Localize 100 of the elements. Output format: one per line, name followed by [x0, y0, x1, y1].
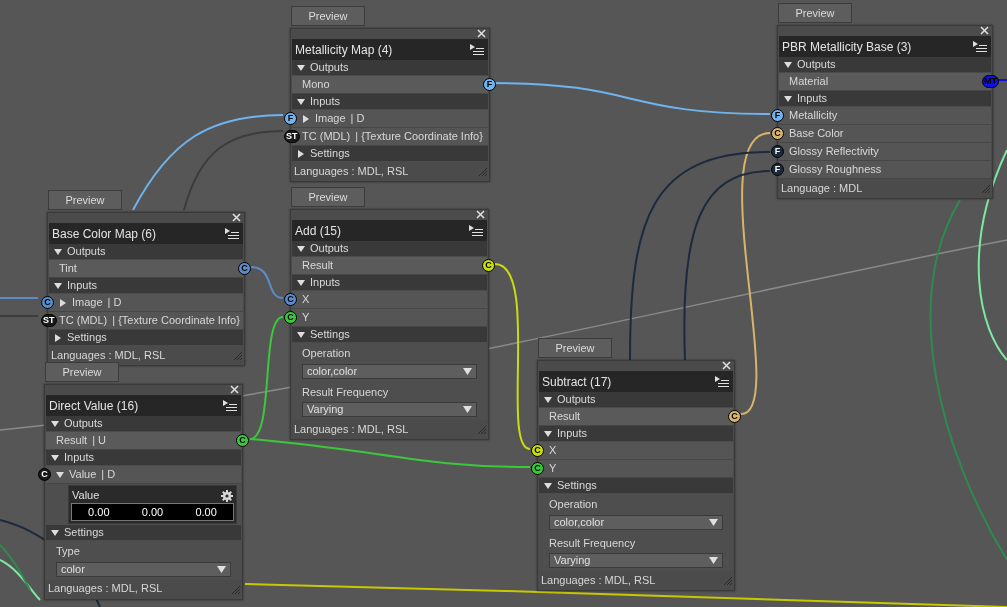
close-icon[interactable] [476, 210, 485, 219]
port-label: X [302, 292, 310, 308]
expanded-arrow-icon[interactable] [784, 94, 792, 103]
dropdown[interactable]: Varying [549, 553, 723, 568]
preview-button[interactable]: Preview [45, 362, 119, 382]
node-title: Base Color Map (6) [52, 225, 157, 243]
settings-icon[interactable] [221, 489, 233, 502]
menu-icon[interactable] [973, 40, 987, 53]
dropdown[interactable]: color,color [549, 514, 723, 530]
section-label: Settings [310, 327, 350, 343]
port-socket[interactable]: ST [41, 314, 57, 327]
expanded-arrow-icon[interactable] [297, 244, 305, 253]
section-header[interactable]: Outputs [292, 241, 487, 257]
port-socket[interactable]: C [236, 434, 249, 447]
port-socket[interactable]: C [238, 262, 251, 275]
value-editor-label: Value [72, 488, 100, 504]
expanded-arrow-icon[interactable] [297, 63, 305, 72]
port-socket[interactable]: ST [284, 130, 300, 143]
port-socket[interactable]: C [284, 311, 297, 324]
preview-button[interactable]: Preview [778, 3, 852, 23]
section-header[interactable]: Inputs [779, 91, 991, 107]
section-header[interactable]: Outputs [46, 416, 241, 432]
port-socket[interactable]: C [41, 296, 54, 309]
resize-grip-icon[interactable] [722, 575, 732, 585]
port-socket[interactable]: F [771, 163, 784, 176]
close-icon[interactable] [722, 361, 731, 370]
caret-icon [463, 406, 472, 413]
caret-icon [709, 518, 718, 526]
section-label: Outputs [67, 244, 106, 260]
port-socket[interactable]: C [482, 259, 495, 272]
dropdown[interactable]: color [56, 561, 231, 577]
preview-button[interactable]: Preview [291, 6, 365, 26]
section-header[interactable]: Inputs [49, 278, 243, 294]
close-icon[interactable] [980, 26, 989, 35]
port-socket[interactable]: C [771, 127, 784, 140]
expanded-arrow-icon[interactable] [784, 60, 792, 69]
collapsed-arrow-icon[interactable] [302, 114, 310, 123]
close-icon[interactable] [232, 213, 241, 222]
port-socket[interactable]: F [771, 109, 784, 122]
menu-icon[interactable] [715, 375, 729, 388]
collapsed-arrow-icon[interactable] [54, 333, 62, 342]
section-header[interactable]: Settings [46, 525, 241, 541]
port-socket[interactable]: F [771, 145, 784, 158]
dropdown[interactable]: Varying [302, 402, 477, 417]
port-type: | {Texture Coordinate Info} [355, 129, 483, 145]
section-header[interactable]: Settings [49, 330, 243, 346]
close-icon[interactable] [477, 29, 486, 38]
section-header[interactable]: Inputs [292, 94, 488, 110]
section-header[interactable]: Outputs [49, 244, 243, 260]
expanded-arrow-icon[interactable] [297, 278, 305, 287]
node-title: Subtract (17) [542, 373, 612, 391]
section-header[interactable]: Inputs [539, 426, 733, 442]
section-header[interactable]: Inputs [292, 275, 487, 291]
port-socket[interactable]: C [38, 468, 51, 481]
port-socket[interactable]: F [483, 78, 496, 91]
section-header[interactable]: Settings [292, 327, 487, 343]
section-label: Inputs [797, 91, 827, 107]
section-header[interactable]: Outputs [779, 57, 991, 73]
expanded-arrow-icon[interactable] [51, 453, 59, 462]
section-label: Inputs [64, 450, 94, 466]
section-label: Outputs [310, 241, 349, 257]
menu-icon[interactable] [469, 224, 483, 237]
port-socket[interactable]: C [531, 444, 544, 457]
port-socket[interactable]: C [728, 410, 741, 423]
resize-grip-icon[interactable] [477, 166, 487, 176]
expanded-arrow-icon[interactable] [544, 429, 552, 438]
expanded-arrow-icon[interactable] [544, 481, 552, 490]
expanded-arrow-icon[interactable] [51, 419, 59, 428]
expanded-arrow-icon[interactable] [54, 247, 62, 256]
close-icon[interactable] [230, 385, 239, 394]
dropdown[interactable]: color,color [302, 363, 477, 379]
expanded-arrow-icon[interactable] [297, 97, 305, 106]
menu-icon[interactable] [470, 43, 484, 56]
expanded-arrow-icon[interactable] [544, 395, 552, 404]
section-header[interactable]: Inputs [46, 450, 241, 466]
section-header[interactable]: Outputs [539, 392, 733, 408]
expanded-arrow-icon[interactable] [54, 281, 62, 290]
resize-grip-icon[interactable] [476, 424, 486, 434]
section-header[interactable]: Settings [539, 478, 733, 494]
menu-icon[interactable] [225, 227, 239, 240]
preview-button[interactable]: Preview [48, 190, 122, 210]
port-socket[interactable]: F [284, 112, 297, 125]
section-header[interactable]: Outputs [292, 60, 488, 76]
resize-grip-icon[interactable] [232, 350, 242, 360]
port-socket[interactable]: C [531, 462, 544, 475]
resize-grip-icon[interactable] [980, 183, 990, 193]
preview-button[interactable]: Preview [291, 187, 365, 207]
menu-icon[interactable] [223, 399, 237, 412]
expanded-arrow-icon[interactable] [51, 528, 59, 537]
section-header[interactable]: Settings [292, 146, 488, 162]
port-socket[interactable]: C [284, 293, 297, 306]
expanded-arrow-icon[interactable] [297, 330, 305, 339]
preview-button[interactable]: Preview [538, 338, 612, 358]
port-type: | D [101, 467, 116, 483]
collapsed-arrow-icon[interactable] [59, 298, 67, 307]
collapsed-arrow-icon[interactable] [297, 149, 305, 158]
port-label: Value [69, 467, 97, 483]
expanded-arrow-icon[interactable] [56, 470, 64, 479]
resize-grip-icon[interactable] [230, 583, 240, 594]
port-type: | {Texture Coordinate Info} [112, 313, 240, 329]
